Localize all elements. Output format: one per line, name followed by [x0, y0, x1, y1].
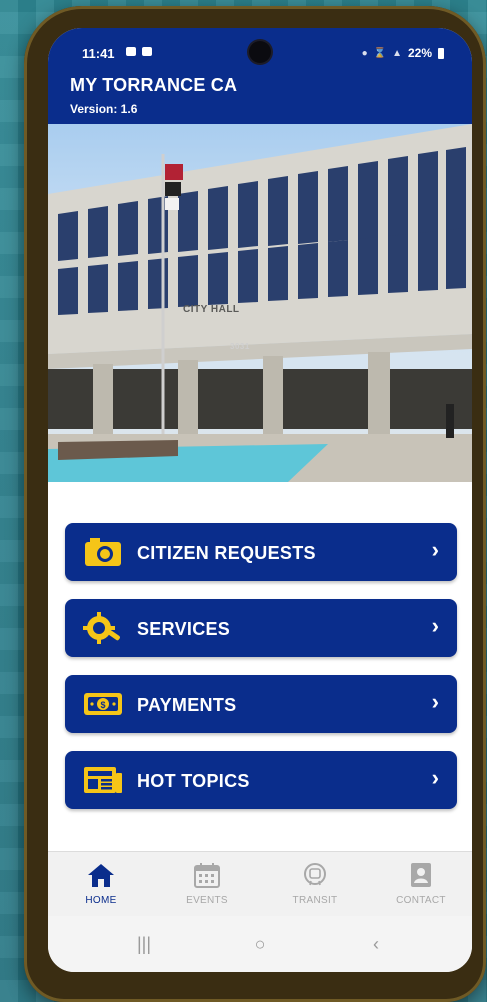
battery-percent: 22%	[407, 46, 432, 60]
nav-contact[interactable]: CONTACT	[376, 852, 466, 916]
recent-apps-button[interactable]: |||	[114, 916, 174, 972]
nav-home-label: HOME	[85, 895, 117, 906]
app-title: MY TORRANCE CA	[70, 75, 238, 95]
alarm-icon: ⌛	[373, 47, 387, 59]
nav-events[interactable]: EVENTS	[162, 852, 252, 916]
hot-topics-button[interactable]: HOT TOPICS ›	[65, 751, 457, 809]
svg-text:$: $	[100, 700, 105, 710]
home-icon	[88, 864, 114, 887]
nav-transit[interactable]: TRANSIT	[270, 852, 360, 916]
nav-events-label: EVENTS	[186, 895, 228, 906]
gear-wrench-icon	[83, 612, 120, 644]
nav-home[interactable]: HOME	[56, 852, 146, 916]
hot-topics-label: HOT TOPICS	[137, 771, 250, 791]
front-camera	[249, 41, 271, 63]
battery-icon	[438, 47, 444, 59]
chevron-right-icon: ›	[431, 613, 439, 638]
app-version: Version: 1.6	[70, 102, 138, 116]
transit-icon	[304, 863, 326, 886]
system-navigation-bar: ||| ○ ‹	[48, 916, 472, 972]
chevron-right-icon: ›	[431, 765, 439, 790]
camera-icon	[85, 538, 121, 566]
nav-transit-label: TRANSIT	[292, 895, 338, 906]
status-bar: 11:41 ● ⌛ ▲ 22%	[48, 28, 472, 68]
bottom-navigation: HOME EVENTS TRANSIT CONTACT	[48, 851, 472, 916]
message-icon	[126, 47, 136, 56]
status-time: 11:41	[82, 46, 115, 61]
lock-icon: ●	[361, 47, 368, 59]
nav-contact-label: CONTACT	[396, 895, 446, 906]
citizen-requests-button[interactable]: CITIZEN REQUESTS ›	[65, 523, 457, 581]
status-right-group: ● ⌛ ▲ 22%	[362, 46, 444, 60]
address-number: 3031	[230, 342, 250, 351]
citizen-requests-label: CITIZEN REQUESTS	[137, 543, 316, 563]
services-label: SERVICES	[137, 619, 231, 639]
chevron-right-icon: ›	[431, 689, 439, 714]
chevron-right-icon: ›	[431, 537, 439, 562]
contact-icon	[411, 863, 431, 887]
cash-icon: $	[84, 693, 122, 715]
app-header: 11:41 ● ⌛ ▲ 22% MY TORRANCE CA Version: …	[48, 28, 472, 124]
system-back-button[interactable]: ‹	[346, 916, 406, 972]
city-hall-sign: CITY HALL	[183, 304, 240, 315]
newspaper-icon	[84, 767, 122, 793]
calendar-icon	[194, 863, 220, 888]
signal-icon: ▲	[392, 47, 402, 59]
services-button[interactable]: SERVICES ›	[65, 599, 457, 657]
payments-label: PAYMENTS	[137, 695, 237, 715]
city-hall-photo: CITY HALL 3031	[48, 124, 472, 482]
gallery-icon	[142, 47, 152, 56]
phone-screen: 11:41 ● ⌛ ▲ 22% MY TORRANCE CA Version: …	[48, 28, 472, 972]
system-home-button[interactable]: ○	[230, 916, 290, 972]
city-hall-illustration	[48, 124, 472, 482]
payments-button[interactable]: $ PAYMENTS ›	[65, 675, 457, 733]
